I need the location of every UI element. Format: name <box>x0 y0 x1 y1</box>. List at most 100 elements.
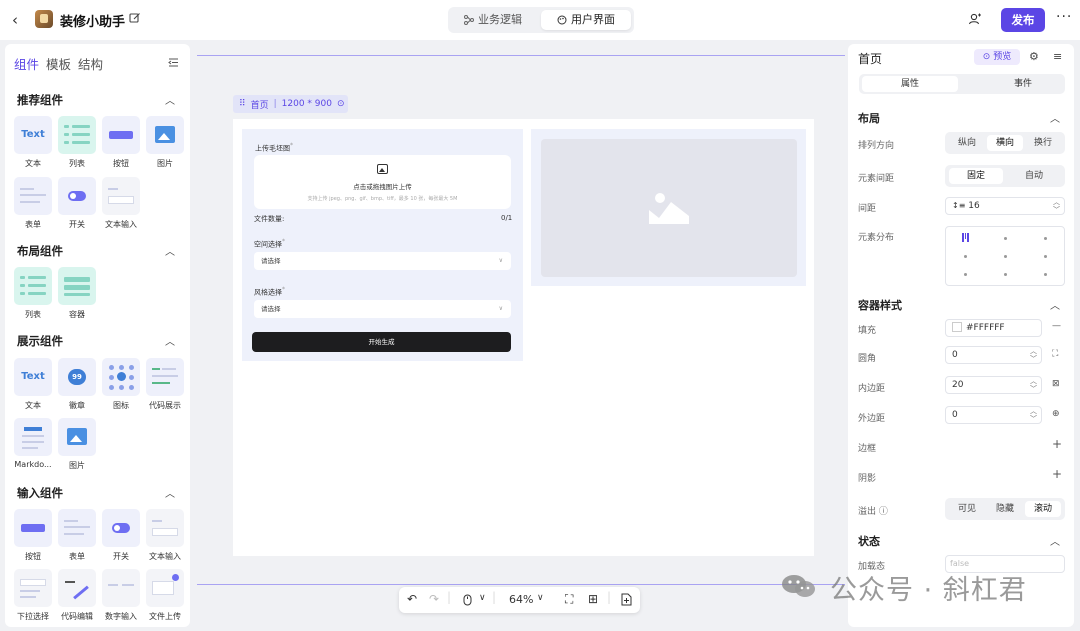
chevron-up-icon[interactable]: ︿ <box>165 333 175 348</box>
overflow-scroll[interactable]: 滚动 <box>1025 501 1061 517</box>
add-border-icon[interactable]: + <box>1052 437 1062 451</box>
chevron-down-icon[interactable]: ∨ <box>537 593 544 603</box>
component-panel-tabs: 组件 模板 结构 <box>14 54 103 73</box>
play-circle-icon[interactable]: ⊙ <box>337 99 345 109</box>
tab-properties[interactable]: 属性 <box>862 76 958 92</box>
fill-input[interactable]: #FFFFFF <box>945 319 1042 337</box>
generate-button[interactable]: 开始生成 <box>252 332 511 352</box>
component-display-text[interactable]: Text 文本 <box>14 358 52 411</box>
space-select[interactable]: 请选择 ∨ <box>254 252 511 270</box>
component-label: 文本 <box>25 401 41 410</box>
menu-icon[interactable]: ≡ <box>1053 50 1062 63</box>
tab-structure[interactable]: 结构 <box>78 54 103 73</box>
grid-icon[interactable]: ⊞ <box>588 592 598 606</box>
margin-label: 外边距 <box>858 414 886 424</box>
corner-radius-icon[interactable]: ⛶ <box>1052 349 1058 359</box>
chevron-up-icon[interactable]: ︿ <box>1050 533 1060 548</box>
component-icon[interactable]: 图标 <box>102 358 140 411</box>
settings-icon[interactable]: ⚙ <box>1029 50 1039 63</box>
remove-fill-icon[interactable]: — <box>1052 321 1061 331</box>
image-thumbnail <box>58 418 96 456</box>
direction-vertical[interactable]: 纵向 <box>949 135 985 151</box>
component-text-input[interactable]: 文本输入 <box>102 177 140 230</box>
margin-sides-icon[interactable]: ⊕ <box>1052 409 1060 419</box>
undo-icon[interactable]: ↶ <box>407 592 417 606</box>
tab-events[interactable]: 事件 <box>975 76 1071 92</box>
info-icon[interactable]: ⓘ <box>879 507 888 517</box>
stepper-icon[interactable]: ︿ ﹀ <box>1030 347 1037 363</box>
overflow-hidden[interactable]: 隐藏 <box>987 501 1023 517</box>
fit-screen-icon[interactable]: ⛶ <box>565 592 573 607</box>
radius-input[interactable]: 0 ︿ ﹀ <box>945 346 1042 364</box>
component-input-form[interactable]: 表单 <box>58 509 96 562</box>
tab-components[interactable]: 组件 <box>14 54 39 73</box>
component-switch[interactable]: 开关 <box>58 177 96 230</box>
spacing-fixed[interactable]: 固定 <box>949 168 1003 184</box>
component-input-text[interactable]: 文本输入 <box>146 509 184 562</box>
spacing-auto[interactable]: 自动 <box>1007 168 1061 184</box>
padding-sides-icon[interactable]: ⊠ <box>1052 379 1060 389</box>
direction-horizontal[interactable]: 横向 <box>987 135 1023 151</box>
space-select-label: 空间选择* <box>254 238 285 249</box>
chevron-up-icon[interactable]: ︿ <box>165 92 175 107</box>
chevron-up-icon[interactable]: ︿ <box>165 485 175 500</box>
stepper-icon[interactable]: ︿ ﹀ <box>1030 377 1037 393</box>
more-icon[interactable]: ··· <box>1056 9 1072 25</box>
component-text[interactable]: Text 文本 <box>14 116 52 169</box>
publish-button[interactable]: 发布 <box>1001 8 1045 32</box>
add-page-icon[interactable] <box>621 593 632 606</box>
file-count-value: 0/1 <box>501 214 513 222</box>
component-container[interactable]: 容器 <box>58 267 96 320</box>
component-label: 列表 <box>25 310 41 319</box>
image-placeholder[interactable] <box>541 139 797 277</box>
fill-swatch[interactable] <box>952 322 962 332</box>
component-form[interactable]: 表单 <box>14 177 52 230</box>
component-file-upload[interactable]: 文件上传 <box>146 569 184 622</box>
padding-input[interactable]: 20 ︿ ﹀ <box>945 376 1042 394</box>
component-display-image[interactable]: 图片 <box>58 418 96 471</box>
tab-templates[interactable]: 模板 <box>46 54 71 73</box>
component-code-editor[interactable]: 代码编辑 <box>58 569 96 622</box>
back-icon[interactable]: ‹ <box>12 11 18 29</box>
gap-input[interactable]: ↕≡ 16 ︿ ﹀ <box>945 197 1065 215</box>
thumb-text: Text <box>21 371 45 382</box>
component-list[interactable]: 列表 <box>58 116 96 169</box>
collaborators-icon[interactable] <box>968 12 982 26</box>
style-select[interactable]: 请选择 ∨ <box>254 300 511 318</box>
tab-business-logic[interactable]: 业务逻辑 <box>464 10 522 30</box>
direction-wrap[interactable]: 换行 <box>1025 135 1061 151</box>
component-image[interactable]: 图片 <box>146 116 184 169</box>
add-shadow-icon[interactable]: + <box>1052 467 1062 481</box>
zoom-level[interactable]: 64% <box>509 593 533 606</box>
preview-button[interactable]: ⊙ 预览 <box>974 49 1020 65</box>
frame-label[interactable]: ⠿ 首页 | 1200 * 900 ⊙ <box>233 95 348 113</box>
collapse-panel-icon[interactable] <box>168 57 179 68</box>
component-button[interactable]: 按钮 <box>102 116 140 169</box>
spacing-mode-label: 元素间距 <box>858 174 895 184</box>
component-code-display[interactable]: 代码展示 <box>146 358 184 411</box>
chevron-up-icon[interactable]: ︿ <box>165 243 175 258</box>
margin-input[interactable]: 0 ︿ ﹀ <box>945 406 1042 424</box>
component-markdown[interactable]: Markdo... <box>14 418 52 469</box>
upload-dropzone[interactable]: 点击或拖拽图片上传 支持上传 jpeg、png、gif、bmp、tiff，最多 … <box>254 155 511 209</box>
image-thumbnail <box>146 116 184 154</box>
component-dropdown[interactable]: 下拉选择 <box>14 569 52 622</box>
stepper-icon[interactable]: ︿ ﹀ <box>1030 407 1037 423</box>
component-number-input[interactable]: 数字输入 <box>102 569 140 622</box>
component-input-button[interactable]: 按钮 <box>14 509 52 562</box>
tab-user-interface[interactable]: 用户界面 <box>541 10 631 30</box>
chevron-up-icon[interactable]: ︿ <box>1050 110 1060 125</box>
redo-icon[interactable]: ↷ <box>429 592 439 606</box>
stepper-icon[interactable]: ︿ ﹀ <box>1053 198 1060 214</box>
component-list-layout[interactable]: 列表 <box>14 267 52 320</box>
drag-handle-icon[interactable]: ⠿ <box>239 99 246 109</box>
mouse-icon[interactable] <box>463 594 472 606</box>
component-badge[interactable]: 99 徽章 <box>58 358 96 411</box>
chevron-up-icon[interactable]: ︿ <box>1050 297 1060 312</box>
component-input-switch[interactable]: 开关 <box>102 509 140 562</box>
overflow-visible[interactable]: 可见 <box>949 501 985 517</box>
space-select-placeholder: 请选择 <box>261 257 281 265</box>
chevron-down-icon[interactable]: ∨ <box>479 593 486 603</box>
distribution-grid[interactable] <box>945 226 1065 286</box>
edit-icon[interactable] <box>129 12 141 24</box>
